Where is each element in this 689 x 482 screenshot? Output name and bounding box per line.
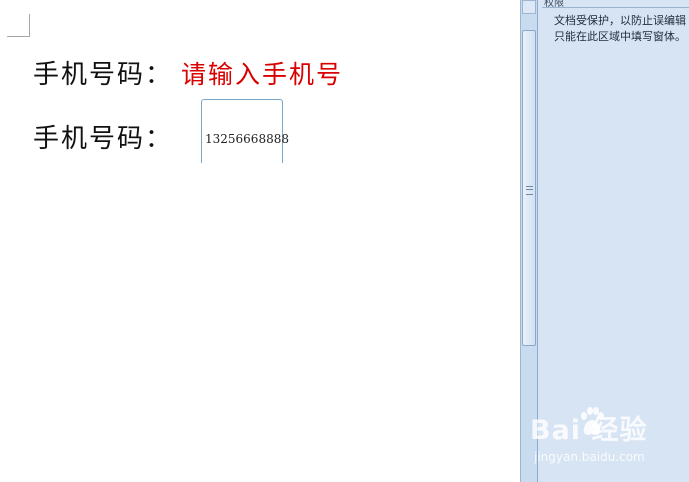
baidu-watermark: Bai 经验 jingyan.baidu.com [530, 407, 680, 472]
grip-icon [526, 186, 533, 195]
document-page: 手机号码： 请输入手机号 手机号码： 13256668888 [0, 0, 520, 482]
phone-label-1: 手机号码： [33, 60, 174, 90]
pane-protection-text: 文档受保护，以防止误编辑 [554, 14, 686, 27]
scroll-up-arrow-icon[interactable] [522, 0, 536, 14]
pane-form-text: 只能在此区域中填写窗体。 [554, 30, 686, 43]
phone-line-2: 手机号码： [33, 118, 173, 155]
scroll-thumb[interactable] [522, 30, 536, 346]
phone-label-2: 手机号码： [33, 124, 174, 154]
paw-icon [581, 407, 604, 435]
phone-field-value[interactable]: 13256668888 [205, 132, 289, 146]
phone-line-1: 手机号码： 请输入手机号 [33, 54, 343, 91]
phone-placeholder-text[interactable]: 请输入手机号 [181, 60, 343, 89]
phone-form-field[interactable]: 13256668888 [201, 99, 289, 163]
baidu-url-text: jingyan.baidu.com [534, 450, 645, 464]
pane-divider [542, 7, 689, 8]
page-corner-mark [7, 14, 30, 37]
